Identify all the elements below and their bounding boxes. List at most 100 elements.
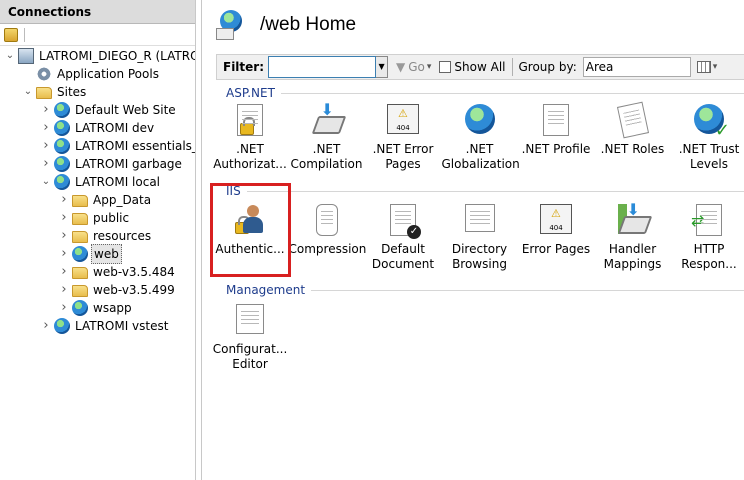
net-authorization-icon [233,104,267,138]
chevron-right-icon[interactable]: › [40,155,52,173]
tree-node[interactable]: › LATROMI essentials_l [40,137,195,155]
connect-icon[interactable] [4,27,18,42]
go-button[interactable]: ▼ Go ▾ [396,60,431,74]
tree-node[interactable]: › App_Data [58,191,153,209]
go-label: Go [408,60,425,74]
feature-default-document[interactable]: ✓ Default Document [365,204,441,272]
tree-node-label: Application Pools [57,67,159,81]
section-header: ASP.NET [226,86,744,100]
feature-net-compilation[interactable]: .NET Compilation [289,102,365,172]
tree-node[interactable]: › Default Web Site [40,101,178,119]
tree-node[interactable]: › LATROMI vstest [40,317,170,335]
show-all-label: Show All [454,60,506,74]
show-all-button[interactable]: Show All [439,60,506,74]
filter-bar: Filter: ▼ ▼ Go ▾ Show All Group by: Area… [216,54,744,80]
section-title: ASP.NET [226,86,275,100]
tree-node[interactable]: › LATROMI dev [40,119,156,137]
chevron-right-icon[interactable]: › [58,227,70,245]
feature-label: .NET Authorizat... [213,142,287,171]
folder-icon [72,213,88,225]
toolbar-separator [24,27,25,42]
feature-net-roles[interactable]: .NET Roles [595,101,671,157]
site-globe-icon [216,10,246,40]
tree-node[interactable]: ⌄ LATROMI_DIEGO_R (LATROMI [4,47,195,65]
feature-handler-mappings[interactable]: Handler Mappings [595,202,671,272]
net-profile-icon [539,104,573,138]
view-mode-chevron-icon[interactable]: ▾ [713,62,718,72]
tree-node[interactable]: › wsapp [58,299,134,317]
globe-icon [54,120,70,136]
feature-directory-browsing[interactable]: Directory Browsing [442,204,518,272]
app-pools-icon [36,66,52,82]
tree-node-label: Default Web Site [75,103,176,117]
default-document-icon: ✓ [386,204,421,239]
chevron-right-icon[interactable]: › [40,119,52,137]
feature-label: Default Document [371,242,435,271]
feature-compression[interactable]: Compression [289,204,366,257]
filter-input[interactable] [268,56,377,78]
feature-label: .NET Roles [600,142,665,156]
globe-icon [54,138,70,154]
filter-dropdown-button[interactable]: ▼ [376,56,389,78]
tree-node-label: web-v3.5.499 [93,283,175,297]
chevron-down-icon[interactable]: ⌄ [22,83,34,101]
chevron-right-icon[interactable]: › [58,191,70,209]
chevron-down-icon[interactable]: ⌄ [40,173,52,191]
tree-node[interactable]: Application Pools [22,65,161,83]
feature-net-profile[interactable]: .NET Profile [518,104,594,157]
chevron-right-icon[interactable]: › [58,245,70,263]
feature-label: .NET Error Pages [372,142,434,171]
tree-node[interactable]: › resources [58,227,153,245]
feature-label: Configurat... Editor [212,342,288,371]
chevron-down-icon[interactable]: ⌄ [4,47,16,65]
chevron-right-icon[interactable]: › [58,281,70,299]
tree-node-label: web-v3.5.484 [93,265,175,279]
tree-node-label: LATROMI local [75,175,161,189]
chevron-right-icon[interactable]: › [40,137,52,155]
feature-label: Error Pages [521,242,591,256]
tree-node-label: App_Data [93,193,152,207]
feature-label: HTTP Respon... [681,242,737,271]
section-divider [246,190,744,192]
feature-net-error-pages[interactable]: 404 .NET Error Pages [365,104,441,172]
group-by-select[interactable]: Area [582,57,691,77]
chevron-right-icon[interactable]: › [58,263,70,281]
configuration-editor-icon [233,304,267,338]
filter-label: Filter: [223,60,265,74]
sites-folder-icon [36,87,52,99]
feature-net-globalization[interactable]: .NET Globalization [441,104,520,172]
folder-icon [72,267,88,279]
tree-node[interactable]: › LATROMI garbage [40,155,184,173]
funnel-icon: ▼ [396,60,406,74]
feature-configuration-editor[interactable]: Configurat... Editor [212,304,288,372]
globe-icon [54,102,70,118]
tree-node[interactable]: › web-v3.5.499 [58,281,177,299]
net-trust-levels-icon: ✓ [692,104,730,140]
net-error-pages-icon: 404 [386,104,420,138]
globe-icon [54,174,70,190]
tree-node-label: web [91,244,122,264]
tree-node[interactable]: ⌄ LATROMI local [40,173,162,191]
feature-net-trust-levels[interactable]: ✓ .NET Trust Levels [671,104,744,172]
feature-http-response[interactable]: ⇄ HTTP Respon... [671,204,744,272]
view-mode-icon[interactable] [696,61,711,73]
globe-icon [54,318,70,334]
tree-node-label: LATROMI vstest [75,319,169,333]
chevron-right-icon[interactable]: › [58,209,70,227]
authentication-highlight-box [210,183,291,277]
tree-node[interactable]: ⌄ Sites [22,83,88,101]
page-title: /web Home [260,14,357,35]
feature-label: .NET Globalization [441,142,520,171]
group-by-label: Group by: [518,60,577,74]
chevron-right-icon[interactable]: › [40,101,52,119]
directory-browsing-icon [463,204,497,238]
feature-error-pages[interactable]: 404 Error Pages [518,204,594,257]
tree-node[interactable]: › public [58,209,131,227]
feature-label: Directory Browsing [451,242,508,271]
tree-node[interactable]: › web-v3.5.484 [58,263,177,281]
chevron-right-icon[interactable]: › [58,299,70,317]
feature-net-authorization[interactable]: .NET Authorizat... [212,104,288,172]
server-icon [18,48,34,64]
tree-node[interactable]: › web [58,244,122,264]
chevron-right-icon[interactable]: › [40,317,52,335]
